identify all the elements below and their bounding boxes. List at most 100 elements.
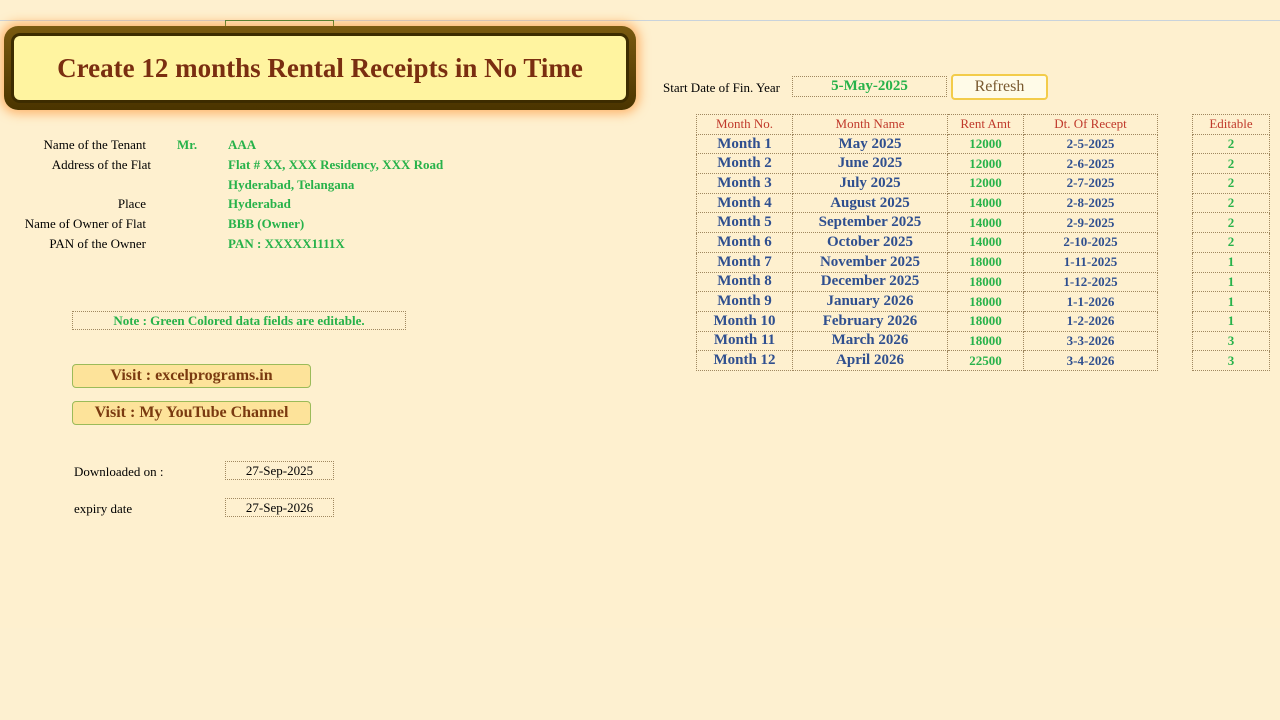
editable-table: Editable 222222111133 [1192,114,1270,371]
table-row: Month 8 December 2025 18000 1-12-2025 [696,271,1158,293]
rent-amt-cell[interactable]: 18000 [947,310,1024,332]
receipt-date-cell: 1-11-2025 [1023,251,1158,273]
editable-cell[interactable]: 2 [1192,153,1270,175]
rent-amt-cell[interactable]: 14000 [947,192,1024,214]
month-name-cell: February 2026 [792,310,948,332]
receipt-date-cell: 1-2-2026 [1023,310,1158,332]
expiry-label: expiry date [74,501,133,516]
visit-site-button[interactable]: Visit : excelprograms.in [72,364,311,388]
receipt-date-cell: 2-9-2025 [1023,212,1158,234]
downloaded-date: 27-Sep-2025 [225,461,334,480]
editable-cell[interactable]: 3 [1192,350,1270,371]
sheet-top-border [0,20,1280,21]
editable-row: 3 [1192,330,1270,352]
receipt-date-cell: 1-1-2026 [1023,291,1158,312]
rent-amt-cell[interactable]: 14000 [947,232,1024,253]
rent-amt-cell[interactable]: 22500 [947,350,1024,371]
editable-row: 2 [1192,232,1270,253]
place-label: Place [117,196,146,211]
pan-label: PAN of the Owner [49,236,146,251]
editable-row: 1 [1192,271,1270,293]
table-row: Month 12 April 2026 22500 3-4-2026 [696,350,1158,371]
receipt-date-cell: 2-6-2025 [1023,153,1158,175]
start-date-input[interactable]: 5-May-2025 [792,76,947,97]
editable-cell[interactable]: 1 [1192,310,1270,332]
month-name-cell: July 2025 [792,173,948,194]
tenant-salutation[interactable]: Mr. [177,137,197,153]
editable-cell[interactable]: 2 [1192,192,1270,214]
month-no-cell: Month 12 [696,350,793,371]
owner-value[interactable]: BBB (Owner) [228,216,304,232]
header-month-no: Month No. [696,114,793,135]
address-line2[interactable]: Hyderabad, Telangana [228,177,354,193]
editable-cell[interactable]: 2 [1192,173,1270,194]
editable-cell[interactable]: 1 [1192,251,1270,273]
month-name-cell: September 2025 [792,212,948,234]
editable-row: 1 [1192,291,1270,312]
editable-cell[interactable]: 2 [1192,133,1270,155]
month-name-cell: May 2025 [792,133,948,155]
expiry-date: 27-Sep-2026 [225,498,334,517]
month-name-cell: August 2025 [792,192,948,214]
rent-amt-cell[interactable]: 14000 [947,212,1024,234]
month-no-cell: Month 2 [696,153,793,175]
table-header-row: Month No. Month Name Rent Amt Dt. Of Rec… [696,114,1158,135]
title-banner: Create 12 months Rental Receipts in No T… [4,26,636,110]
owner-label: Name of Owner of Flat [24,216,146,231]
address-label: Address of the Flat [51,157,151,172]
visit-youtube-button[interactable]: Visit : My YouTube Channel [72,401,311,425]
rent-amt-cell[interactable]: 12000 [947,133,1024,155]
table-row: Month 3 July 2025 12000 2-7-2025 [696,173,1158,194]
rent-amt-cell[interactable]: 18000 [947,271,1024,293]
month-name-cell: October 2025 [792,232,948,253]
editable-row: 1 [1192,251,1270,273]
table-row: Month 2 June 2025 12000 2-6-2025 [696,153,1158,175]
month-name-cell: January 2026 [792,291,948,312]
rent-amt-cell[interactable]: 18000 [947,330,1024,352]
address-line1[interactable]: Flat # XX, XXX Residency, XXX Road [228,157,443,173]
pan-value[interactable]: PAN : XXXXX1111X [228,236,345,252]
refresh-button[interactable]: Refresh [951,74,1048,100]
header-month-name: Month Name [792,114,948,135]
editable-row: 2 [1192,153,1270,175]
editable-row: 3 [1192,350,1270,371]
tenant-name[interactable]: AAA [228,137,256,153]
header-rent-amt: Rent Amt [947,114,1024,135]
start-date-label: Start Date of Fin. Year [663,80,780,95]
month-no-cell: Month 11 [696,330,793,352]
editable-cell[interactable]: 1 [1192,271,1270,293]
rent-amt-cell[interactable]: 12000 [947,173,1024,194]
editable-cell[interactable]: 2 [1192,212,1270,234]
editable-cell[interactable]: 1 [1192,291,1270,312]
downloaded-label: Downloaded on : [74,464,164,479]
rent-amt-cell[interactable]: 18000 [947,291,1024,312]
month-no-cell: Month 3 [696,173,793,194]
table-row: Month 10 February 2026 18000 1-2-2026 [696,310,1158,332]
editable-note: Note : Green Colored data fields are edi… [72,311,406,330]
editable-cell[interactable]: 2 [1192,232,1270,253]
receipt-date-cell: 2-7-2025 [1023,173,1158,194]
place-value[interactable]: Hyderabad [228,196,291,212]
table-row: Month 9 January 2026 18000 1-1-2026 [696,291,1158,312]
receipt-date-cell: 1-12-2025 [1023,271,1158,293]
month-no-cell: Month 4 [696,192,793,214]
table-row: Month 4 August 2025 14000 2-8-2025 [696,192,1158,214]
month-no-cell: Month 10 [696,310,793,332]
month-name-cell: December 2025 [792,271,948,293]
month-name-cell: April 2026 [792,350,948,371]
header-receipt-date: Dt. Of Recept [1023,114,1158,135]
editable-cell[interactable]: 3 [1192,330,1270,352]
rent-amt-cell[interactable]: 18000 [947,251,1024,273]
receipt-date-cell: 2-5-2025 [1023,133,1158,155]
receipt-date-cell: 3-4-2026 [1023,350,1158,371]
month-no-cell: Month 6 [696,232,793,253]
header-editable: Editable [1192,114,1270,135]
table-row: Month 7 November 2025 18000 1-11-2025 [696,251,1158,273]
editable-row: 2 [1192,212,1270,234]
editable-row: 2 [1192,133,1270,155]
month-name-cell: June 2025 [792,153,948,175]
month-no-cell: Month 9 [696,291,793,312]
rent-amt-cell[interactable]: 12000 [947,153,1024,175]
table-row: Month 11 March 2026 18000 3-3-2026 [696,330,1158,352]
month-no-cell: Month 7 [696,251,793,273]
